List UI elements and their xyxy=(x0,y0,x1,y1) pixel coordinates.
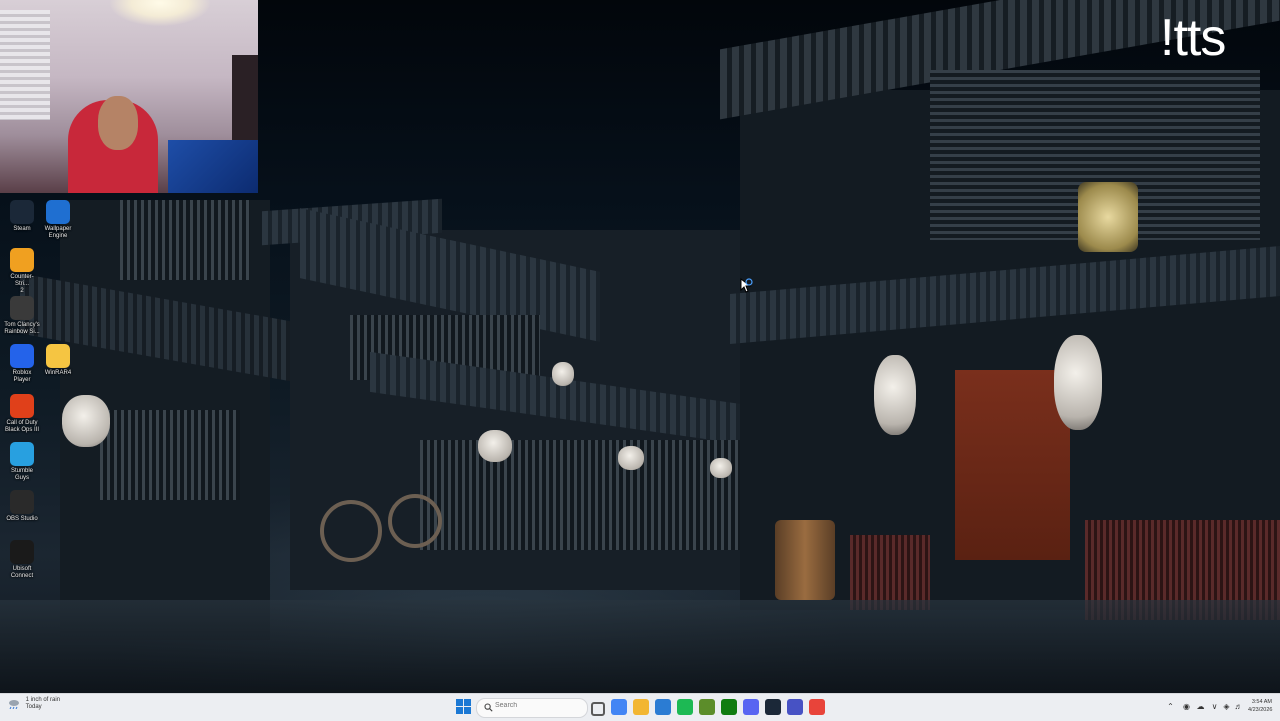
counter-strike-icon xyxy=(10,248,34,272)
desktop-icon-label: Ubisoft Connect xyxy=(10,566,34,579)
discord-icon[interactable] xyxy=(743,699,759,715)
search-icon xyxy=(484,703,493,712)
desktop-icon-label: Wallpaper Engine xyxy=(44,226,72,239)
desktop-icon-label: WinRAR4 xyxy=(44,370,72,376)
weather-day: Today xyxy=(25,704,42,710)
bluetooth-icon[interactable]: ∨ xyxy=(1210,702,1219,711)
desktop-icon[interactable]: Counter-Stri... 2 xyxy=(4,248,40,295)
desktop-icon[interactable]: WinRAR4 xyxy=(40,344,76,377)
mouse-cursor xyxy=(740,277,754,299)
ubisoft-connect-icon xyxy=(10,540,34,564)
stream-logo: !tts xyxy=(1160,9,1226,67)
obs-studio-icon xyxy=(10,490,34,514)
desktop-icon[interactable]: Call of Duty Black Ops III xyxy=(4,394,40,434)
clock-time: 3:54 AM xyxy=(1251,699,1272,705)
task-view-icon[interactable] xyxy=(591,702,605,716)
taskbar: 1 inch of rain Today ⌃ ◉ ☁ ∨ ◈ ♬ 3:54 AM… xyxy=(0,693,1280,721)
mail-icon[interactable] xyxy=(655,699,671,715)
desktop-icon[interactable]: Ubisoft Connect xyxy=(4,540,40,580)
webcam-overlay xyxy=(0,0,258,193)
file-explorer-icon[interactable] xyxy=(633,699,649,715)
search-input[interactable] xyxy=(495,702,581,709)
chrome-canary-icon[interactable] xyxy=(809,699,825,715)
discord-canary-icon[interactable] xyxy=(787,699,803,715)
wallpaper-engine-icon xyxy=(46,200,70,224)
network-icon[interactable]: ◉ xyxy=(1182,702,1191,711)
desktop-icon-label: Roblox Player xyxy=(12,370,32,383)
steam-icon xyxy=(10,200,34,224)
desktop-icon[interactable]: Wallpaper Engine xyxy=(40,200,76,240)
show-hidden-icons-chevron-icon[interactable]: ⌃ xyxy=(1166,702,1175,711)
spotify-icon[interactable] xyxy=(677,699,693,715)
desktop-icon[interactable]: Stumble Guys xyxy=(4,442,40,482)
roblox-icon xyxy=(10,344,34,368)
rain-cloud-icon xyxy=(8,699,20,710)
desktop-icon-label: Tom Clancy's Rainbow Si... xyxy=(4,322,40,335)
desktop-icon[interactable]: Tom Clancy's Rainbow Si... xyxy=(4,296,40,336)
xbox-icon[interactable] xyxy=(721,699,737,715)
taskbar-clock[interactable]: 3:54 AM 4/23/2026 xyxy=(1248,698,1272,714)
desktop-icon-label: Steam xyxy=(13,226,31,232)
desktop-icon[interactable]: Roblox Player xyxy=(4,344,40,384)
call-of-duty-icon xyxy=(10,394,34,418)
desktop-icon[interactable]: OBS Studio xyxy=(4,490,40,523)
desktop-icon-label: OBS Studio xyxy=(6,516,38,522)
taskbar-search-box[interactable] xyxy=(476,698,588,718)
cloud-icon[interactable]: ☁ xyxy=(1196,702,1205,711)
chrome-icon[interactable] xyxy=(611,699,627,715)
weather-condition: 1 inch of rain xyxy=(25,697,61,703)
desktop-icon-label: Call of Duty Black Ops III xyxy=(4,420,39,433)
desktop-icon[interactable]: Steam xyxy=(4,200,40,233)
minecraft-icon[interactable] xyxy=(699,699,715,715)
rainbow-six-icon xyxy=(10,296,34,320)
folder-icon xyxy=(46,344,70,368)
weather-widget[interactable]: 1 inch of rain Today xyxy=(8,697,60,711)
clock-date: 4/23/2026 xyxy=(1248,707,1273,713)
desktop-icon-label: Stumble Guys xyxy=(10,468,33,481)
start-button[interactable] xyxy=(456,699,471,714)
desktop-icon-label: Counter-Stri... 2 xyxy=(10,274,34,294)
steam-taskbar-icon[interactable] xyxy=(765,699,781,715)
volume-icon[interactable]: ♬ xyxy=(1234,702,1243,711)
stumble-guys-icon xyxy=(10,442,34,466)
wifi-icon[interactable]: ◈ xyxy=(1222,702,1231,711)
